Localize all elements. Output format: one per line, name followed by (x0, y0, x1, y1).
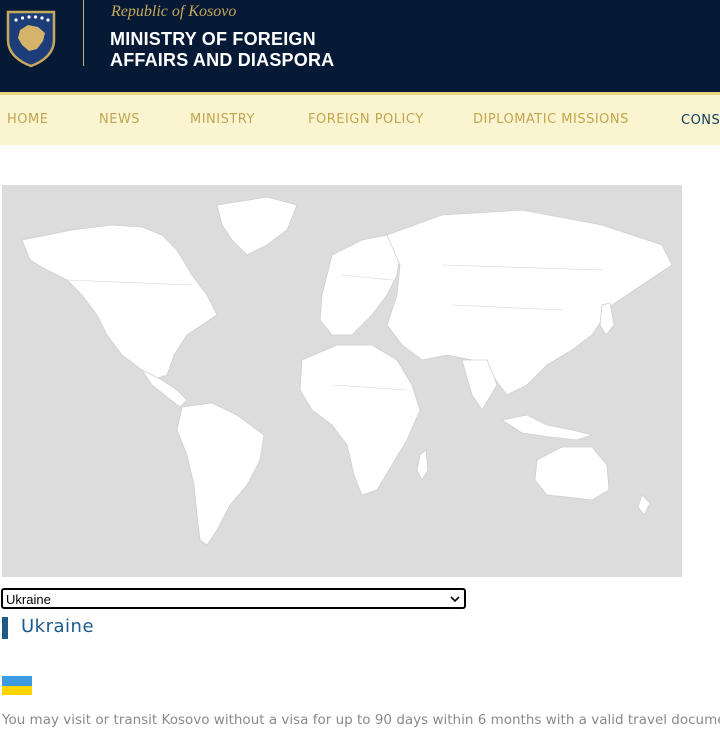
flag-top-stripe (2, 676, 32, 686)
ministry-line-1: MINISTRY OF FOREIGN (110, 29, 316, 49)
chevron-down-icon (450, 596, 460, 603)
nav-news[interactable]: NEWS (99, 95, 140, 145)
visa-info-text: You may visit or transit Kosovo without … (2, 712, 720, 728)
header-divider (83, 0, 84, 66)
main-nav: HOME NEWS MINISTRY FOREIGN POLICY DIPLOM… (0, 92, 720, 145)
nav-diplomatic-missions[interactable]: DIPLOMATIC MISSIONS (473, 95, 629, 145)
ministry-line-2: AFFAIRS AND DIASPORA (110, 50, 335, 70)
world-map[interactable] (2, 185, 682, 577)
australia-land (534, 446, 610, 501)
country-select[interactable]: Ukraine (1, 588, 466, 609)
site-header: Republic of Kosovo MINISTRY OF FOREIGN A… (0, 0, 720, 92)
nav-consular[interactable]: CONS (681, 95, 720, 144)
nav-ministry[interactable]: MINISTRY (190, 95, 255, 145)
country-select-value: Ukraine (6, 592, 51, 607)
country-title: Ukraine (21, 616, 95, 637)
nav-foreign-policy[interactable]: FOREIGN POLICY (308, 95, 424, 145)
flag-bottom-stripe (2, 685, 32, 695)
nav-home[interactable]: HOME (7, 95, 48, 145)
ukraine-flag-icon (2, 676, 32, 695)
republic-label: Republic of Kosovo (111, 3, 237, 20)
ministry-name[interactable]: MINISTRY OF FOREIGN AFFAIRS AND DIASPORA (110, 29, 334, 71)
title-accent-bar (2, 617, 8, 639)
world-map-graphic[interactable] (2, 185, 682, 577)
kosovo-emblem-icon[interactable] (4, 8, 58, 68)
